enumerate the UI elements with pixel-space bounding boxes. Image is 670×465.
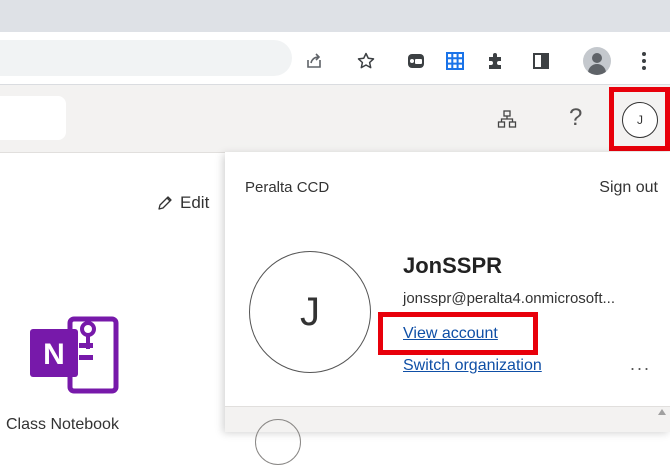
pencil-icon	[158, 196, 172, 210]
kebab-menu-icon[interactable]	[638, 48, 650, 74]
sign-out-link[interactable]: Sign out	[599, 179, 658, 197]
organization-name: Peralta CCD	[245, 179, 330, 196]
more-options-button[interactable]: ...	[630, 354, 651, 375]
help-icon[interactable]: ?	[569, 104, 582, 132]
grid-extension-icon[interactable]	[444, 50, 466, 72]
edit-button[interactable]: Edit	[156, 193, 209, 213]
scroll-up-icon[interactable]	[658, 409, 666, 415]
user-email: jonsspr@peralta4.onmicrosoft...	[403, 290, 615, 307]
share-icon[interactable]	[303, 50, 325, 72]
notebook-label: Class Notebook	[6, 416, 119, 433]
edit-label: Edit	[180, 193, 210, 212]
account-flyout: Peralta CCD Sign out J JonSSPR jonsspr@p…	[225, 152, 670, 465]
search-box[interactable]	[0, 96, 66, 140]
other-account-avatar	[255, 419, 301, 465]
switch-organization-link[interactable]: Switch organization	[403, 357, 542, 375]
user-avatar: J	[249, 251, 371, 373]
flyout-footer	[225, 406, 670, 465]
org-chart-icon[interactable]	[497, 109, 517, 134]
highlight-box-view-account	[378, 312, 538, 355]
highlight-box-account-button	[609, 87, 670, 151]
svg-text:N: N	[43, 338, 65, 371]
avatar-initial: J	[300, 289, 320, 334]
side-panel-icon[interactable]	[530, 50, 552, 72]
onenote-class-notebook-icon[interactable]: N	[30, 315, 122, 395]
extension-icon[interactable]	[405, 50, 427, 72]
address-bar[interactable]	[0, 40, 292, 76]
browser-tab-strip	[0, 0, 670, 32]
bookmark-star-icon[interactable]	[355, 50, 377, 72]
profile-icon[interactable]	[583, 47, 611, 75]
puzzle-icon[interactable]	[484, 50, 506, 72]
user-display-name: JonSSPR	[403, 253, 503, 278]
